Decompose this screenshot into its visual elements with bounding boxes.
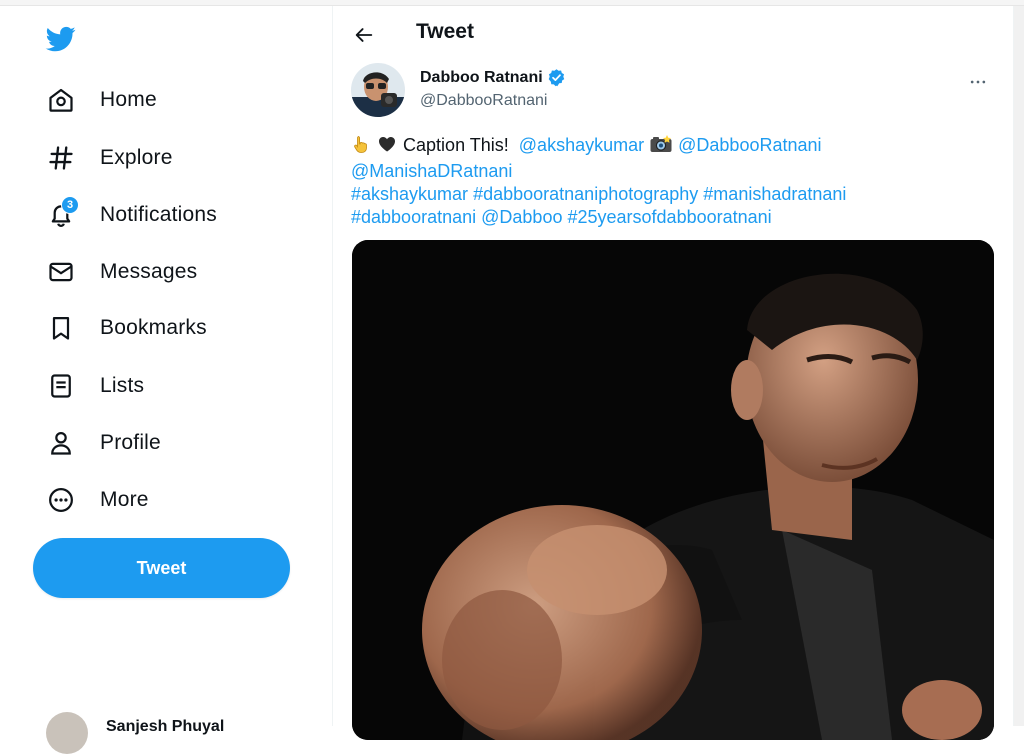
hashtag-link[interactable]: #manishadratnani [703,184,846,204]
nav-messages-label: Messages [100,260,198,283]
tweet-detail-column: Tweet Dabboo Ratnani @DabbooRatnani Capt… [332,6,1014,740]
account-switcher[interactable]: Sanjesh Phuyal [46,712,224,754]
hashtag-link[interactable]: #dabbooratnani [351,207,476,227]
author-avatar[interactable] [351,63,405,117]
account-name: Sanjesh Phuyal [106,718,225,735]
nav-notifications-label: Notifications [100,203,217,226]
nav-messages[interactable]: Messages [36,247,296,297]
mention-link[interactable]: @Dabboo [481,207,562,227]
tweet-text: Caption This! @akshaykumar @DabbooRatnan… [351,134,991,229]
mention-link[interactable]: @akshaykumar [519,135,644,155]
arrow-left-icon [355,28,373,42]
account-avatar [46,712,88,754]
black-heart-emoji-icon [376,134,398,160]
author-display-name-text: Dabboo Ratnani [420,68,543,86]
tweet-more-options-button[interactable] [963,67,993,97]
home-icon [36,75,86,125]
mention-link[interactable]: @ManishaDRatnani [351,161,512,181]
bookmark-icon [36,303,86,353]
more-horizontal-icon [970,80,986,84]
envelope-icon [36,247,86,297]
hashtag-link[interactable]: #25yearsofdabbooratnani [567,207,771,227]
twitter-logo-icon[interactable] [44,24,80,56]
hashtag-link[interactable]: #dabbooratnaniphotography [473,184,698,204]
nav-more[interactable]: More [36,475,296,525]
author-display-name[interactable]: Dabboo Ratnani [420,68,566,87]
page-scrollbar[interactable] [1014,6,1024,726]
nav-notifications[interactable]: 3 Notifications [36,190,296,240]
nav-more-label: More [100,488,149,511]
compose-tweet-button[interactable]: Tweet [33,538,290,598]
nav-explore-label: Explore [100,146,173,169]
nav-lists-label: Lists [100,374,145,397]
page-title: Tweet [416,20,474,43]
list-icon [36,361,86,411]
nav-home[interactable]: Home [36,75,296,125]
verified-badge-icon [548,69,564,87]
back-button[interactable] [349,20,379,50]
camera-flash-emoji-icon [649,134,673,160]
tweet-photo[interactable] [352,240,994,740]
hashtag-link[interactable]: #akshaykumar [351,184,468,204]
hashtag-icon [36,133,86,183]
nav-home-label: Home [100,88,157,111]
nav-explore[interactable]: Explore [36,133,296,183]
pointing-up-emoji-icon [351,134,371,160]
person-icon [36,418,86,468]
column-header: Tweet [333,6,1013,58]
nav-lists[interactable]: Lists [36,361,296,411]
bell-icon: 3 [36,190,86,240]
nav-bookmarks[interactable]: Bookmarks [36,303,296,353]
more-circle-icon [36,475,86,525]
tweet-text-caption: Caption This! [403,135,509,155]
mention-link[interactable]: @DabbooRatnani [678,135,821,155]
sidebar: Home Explore 3 Notifications Messages Bo… [0,6,332,754]
nav-bookmarks-label: Bookmarks [100,316,207,339]
nav-profile-label: Profile [100,431,161,454]
notification-count-badge: 3 [61,196,79,214]
author-handle[interactable]: @DabbooRatnani [420,92,547,110]
nav-profile[interactable]: Profile [36,418,296,468]
tweet-author: Dabboo Ratnani @DabbooRatnani [351,63,1001,119]
